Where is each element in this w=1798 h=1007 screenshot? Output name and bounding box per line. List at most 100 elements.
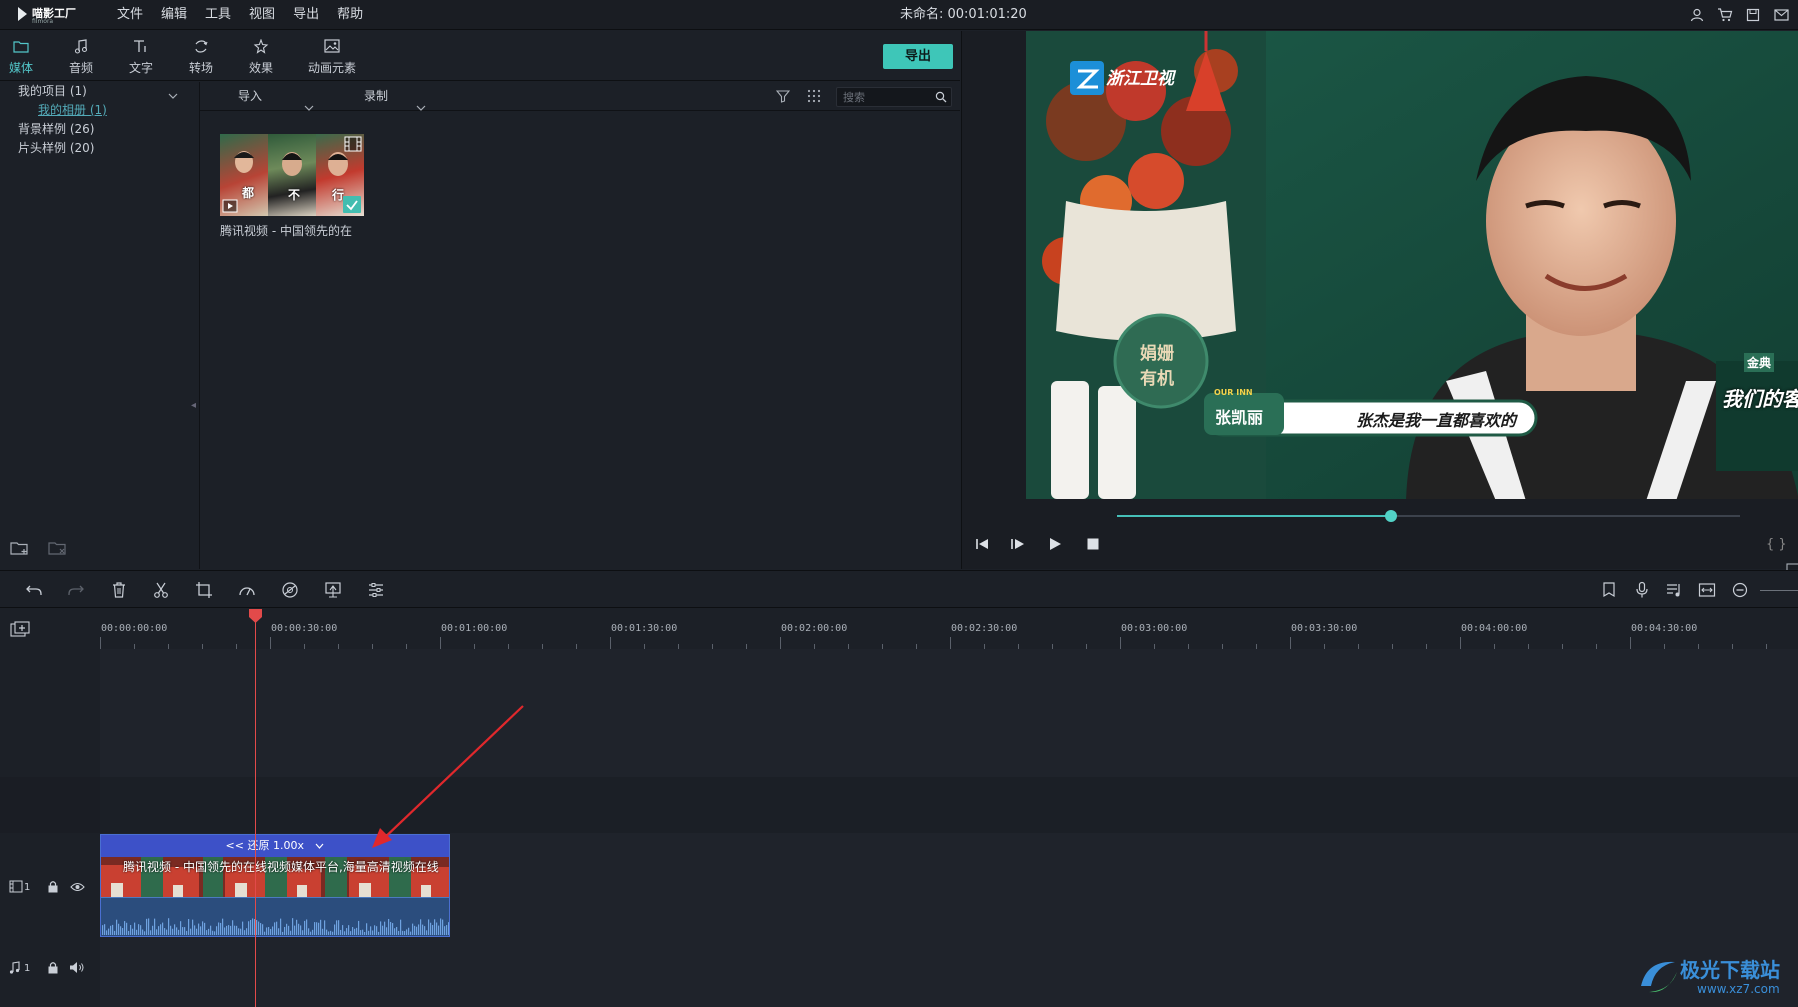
delete-icon[interactable]	[110, 581, 128, 599]
menu-file[interactable]: 文件	[108, 0, 152, 30]
chevron-down-icon[interactable]	[168, 88, 178, 102]
playback-slider[interactable]	[1117, 510, 1740, 522]
app-window: 喵影工厂 filmora 文件 编辑 工具 视图 导出 帮助 未命名: 00:0…	[0, 0, 1798, 1007]
waveform-bar	[446, 925, 448, 935]
user-icon[interactable]	[1688, 6, 1706, 24]
library-my-album[interactable]: 我的相册 (1)	[38, 101, 107, 119]
waveform-bar	[352, 927, 354, 935]
crop-icon[interactable]	[195, 581, 213, 599]
export-button[interactable]: 导出	[883, 44, 953, 69]
waveform-bar	[358, 920, 360, 935]
menu-view[interactable]: 视图	[240, 0, 284, 30]
waveform-bar	[194, 925, 196, 935]
menu-export[interactable]: 导出	[284, 0, 328, 30]
record-dropdown[interactable]: 录制	[364, 82, 430, 111]
waveform-bar	[428, 919, 430, 935]
waveform-bar	[392, 923, 394, 935]
waveform-bar	[442, 919, 444, 935]
waveform-bar	[436, 922, 438, 935]
waveform-bar	[146, 918, 148, 935]
redo-icon[interactable]	[67, 581, 85, 599]
green-screen-icon[interactable]	[324, 581, 342, 599]
play-frame-icon[interactable]	[1010, 537, 1026, 554]
library-bg-samples[interactable]: 背景样例 (26)	[18, 120, 94, 138]
search-icon[interactable]	[935, 91, 947, 106]
cart-icon[interactable]	[1716, 6, 1734, 24]
waveform-bar	[112, 924, 114, 935]
ruler-major-tick	[950, 637, 951, 649]
microphone-icon[interactable]	[1633, 581, 1651, 599]
chevron-down-icon[interactable]	[315, 835, 324, 857]
search-input[interactable]	[843, 88, 931, 106]
waveform-bar	[104, 924, 106, 935]
tab-effects[interactable]: 效果	[236, 38, 286, 76]
waveform-bar	[238, 928, 240, 935]
tab-media[interactable]: 媒体	[0, 39, 46, 76]
zoom-fit-icon[interactable]	[1698, 581, 1716, 599]
cut-icon[interactable]	[152, 581, 170, 599]
delete-folder-icon[interactable]	[48, 540, 68, 559]
menu-help[interactable]: 帮助	[328, 0, 372, 30]
waveform-bar	[322, 928, 324, 935]
tab-audio[interactable]: 音频	[56, 39, 106, 76]
collapse-handle-icon[interactable]: ◂	[191, 400, 196, 411]
waveform-bar	[202, 921, 204, 935]
watermark: 极光下载站 www.xz7.com	[1635, 952, 1795, 1002]
track-lane-2[interactable]	[100, 777, 1798, 833]
zoom-slider[interactable]	[1760, 590, 1798, 591]
tab-elements[interactable]: 动画元素	[302, 39, 362, 76]
speed-icon[interactable]	[238, 581, 256, 599]
track-head-2	[0, 777, 100, 833]
tab-transition[interactable]: 转场	[176, 39, 226, 76]
tab-transition-label: 转场	[188, 61, 213, 75]
lock-icon[interactable]	[47, 880, 59, 896]
add-track-icon[interactable]	[10, 621, 30, 640]
color-correction-icon[interactable]	[281, 581, 299, 599]
overlay-track-lane[interactable]	[100, 649, 1798, 777]
audio-mixer-icon[interactable]	[1665, 581, 1683, 599]
eye-icon[interactable]	[70, 881, 85, 895]
playhead-line	[255, 615, 256, 1007]
grid-view-icon[interactable]	[807, 89, 821, 106]
lock-icon[interactable]	[47, 961, 59, 977]
library-my-project[interactable]: 我的项目 (1)	[18, 82, 87, 100]
zoom-out-icon[interactable]	[1731, 581, 1749, 599]
media-toolbar: 导入 录制	[200, 82, 960, 111]
undo-icon[interactable]	[25, 581, 43, 599]
waveform-bar	[182, 927, 184, 935]
library-intro-samples[interactable]: 片头样例 (20)	[18, 139, 94, 157]
overlay-track-head	[0, 649, 100, 777]
speaker-icon[interactable]	[69, 961, 85, 977]
marker-icon[interactable]	[1600, 581, 1618, 599]
stop-icon[interactable]	[1086, 537, 1100, 554]
waveform-bar	[376, 926, 378, 935]
lower-third-name: 张凯丽	[1215, 408, 1264, 427]
adjust-icon[interactable]	[367, 581, 385, 599]
menu-tools[interactable]: 工具	[196, 0, 240, 30]
tab-text-label: 文字	[128, 61, 153, 75]
playback-knob[interactable]	[1385, 510, 1398, 522]
waveform-bar	[174, 924, 176, 935]
timeline-tracks: 1 1	[0, 649, 1798, 1007]
playhead-handle[interactable]	[249, 609, 262, 623]
new-folder-icon[interactable]	[10, 540, 30, 559]
waveform-bar	[394, 928, 396, 935]
mail-icon[interactable]	[1772, 6, 1790, 24]
ruler-major-tick	[1290, 637, 1291, 649]
clip-speed-header[interactable]: << 还原 1.00x	[101, 835, 449, 857]
timeline-clip[interactable]: << 还原 1.00x 腾讯视频 - 中国领先的在线视频媒体平台,海量高清视频在…	[100, 834, 450, 937]
previous-frame-icon[interactable]	[974, 537, 990, 554]
tab-text[interactable]: 文字	[116, 39, 166, 76]
filter-icon[interactable]	[775, 89, 791, 106]
save-icon[interactable]	[1744, 6, 1762, 24]
waveform-bar	[268, 926, 270, 935]
in-out-marker-icon[interactable]: { }	[1766, 537, 1787, 552]
audio-track-lane[interactable]	[100, 939, 1798, 1007]
waveform-bar	[222, 918, 224, 935]
timeline-ruler[interactable]: 00:00:00:00 00:00:30:00 00:01:00:00 00:0…	[100, 609, 1798, 649]
play-icon[interactable]	[1048, 537, 1062, 554]
menu-edit[interactable]: 编辑	[152, 0, 196, 30]
waveform-bar	[262, 924, 264, 935]
media-thumbnail[interactable]: 都 不 行	[220, 134, 364, 216]
import-dropdown[interactable]: 导入	[238, 82, 314, 111]
